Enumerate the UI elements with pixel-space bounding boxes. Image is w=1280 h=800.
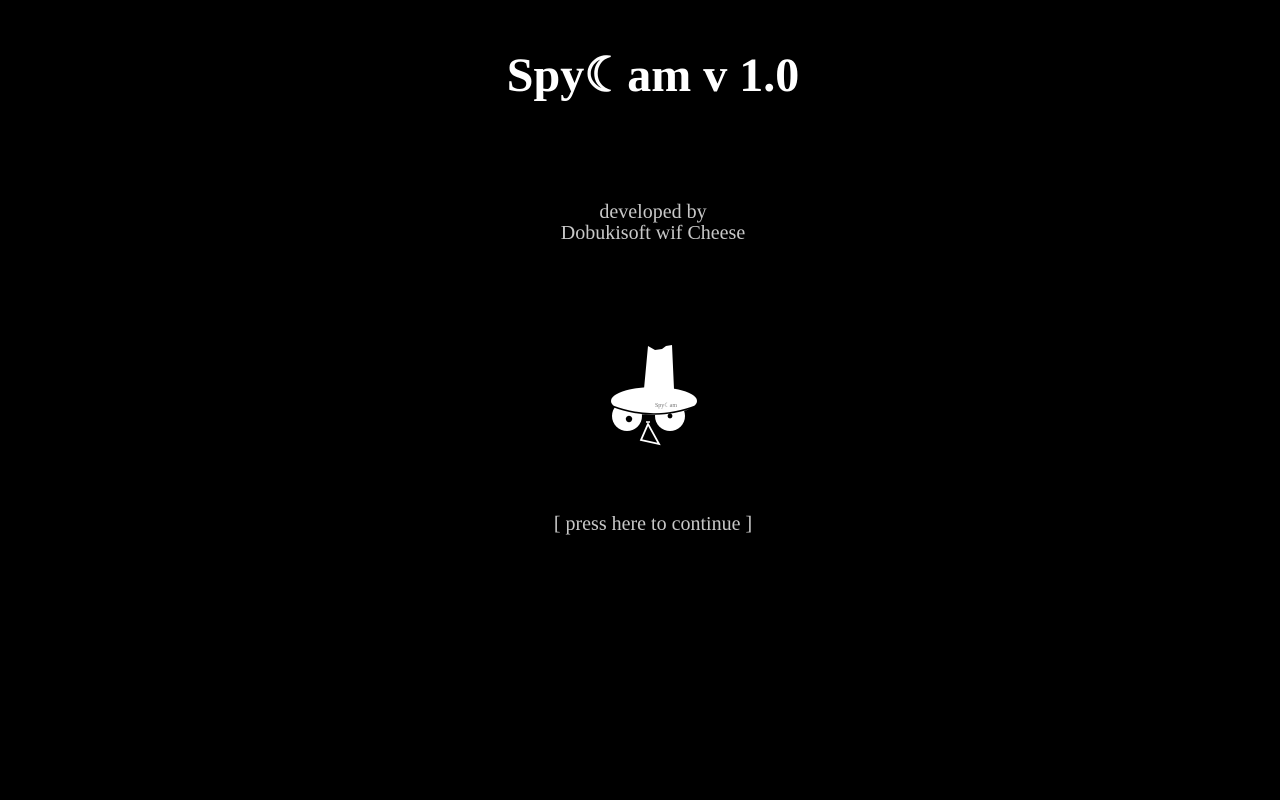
credit-line-1: developed by	[599, 201, 707, 223]
continue-link[interactable]: [ press here to continue ]	[0, 511, 1280, 537]
splash-screen: Spy☾am v 1.0 developed by Dobukisoft wif…	[0, 0, 1280, 800]
continue-label[interactable]: [ press here to continue ]	[554, 513, 752, 535]
spy-hat-mascot-icon: Spy☾am	[606, 342, 702, 452]
credit-line-2: Dobukisoft wif Cheese	[560, 222, 746, 244]
developer-credit: developed by Dobukisoft wif Cheese	[0, 202, 1280, 244]
app-title-text: Spy☾am v 1.0	[506, 49, 800, 102]
app-title: Spy☾am v 1.0	[0, 44, 1280, 108]
mascot-hat-label: Spy☾am	[655, 402, 677, 409]
